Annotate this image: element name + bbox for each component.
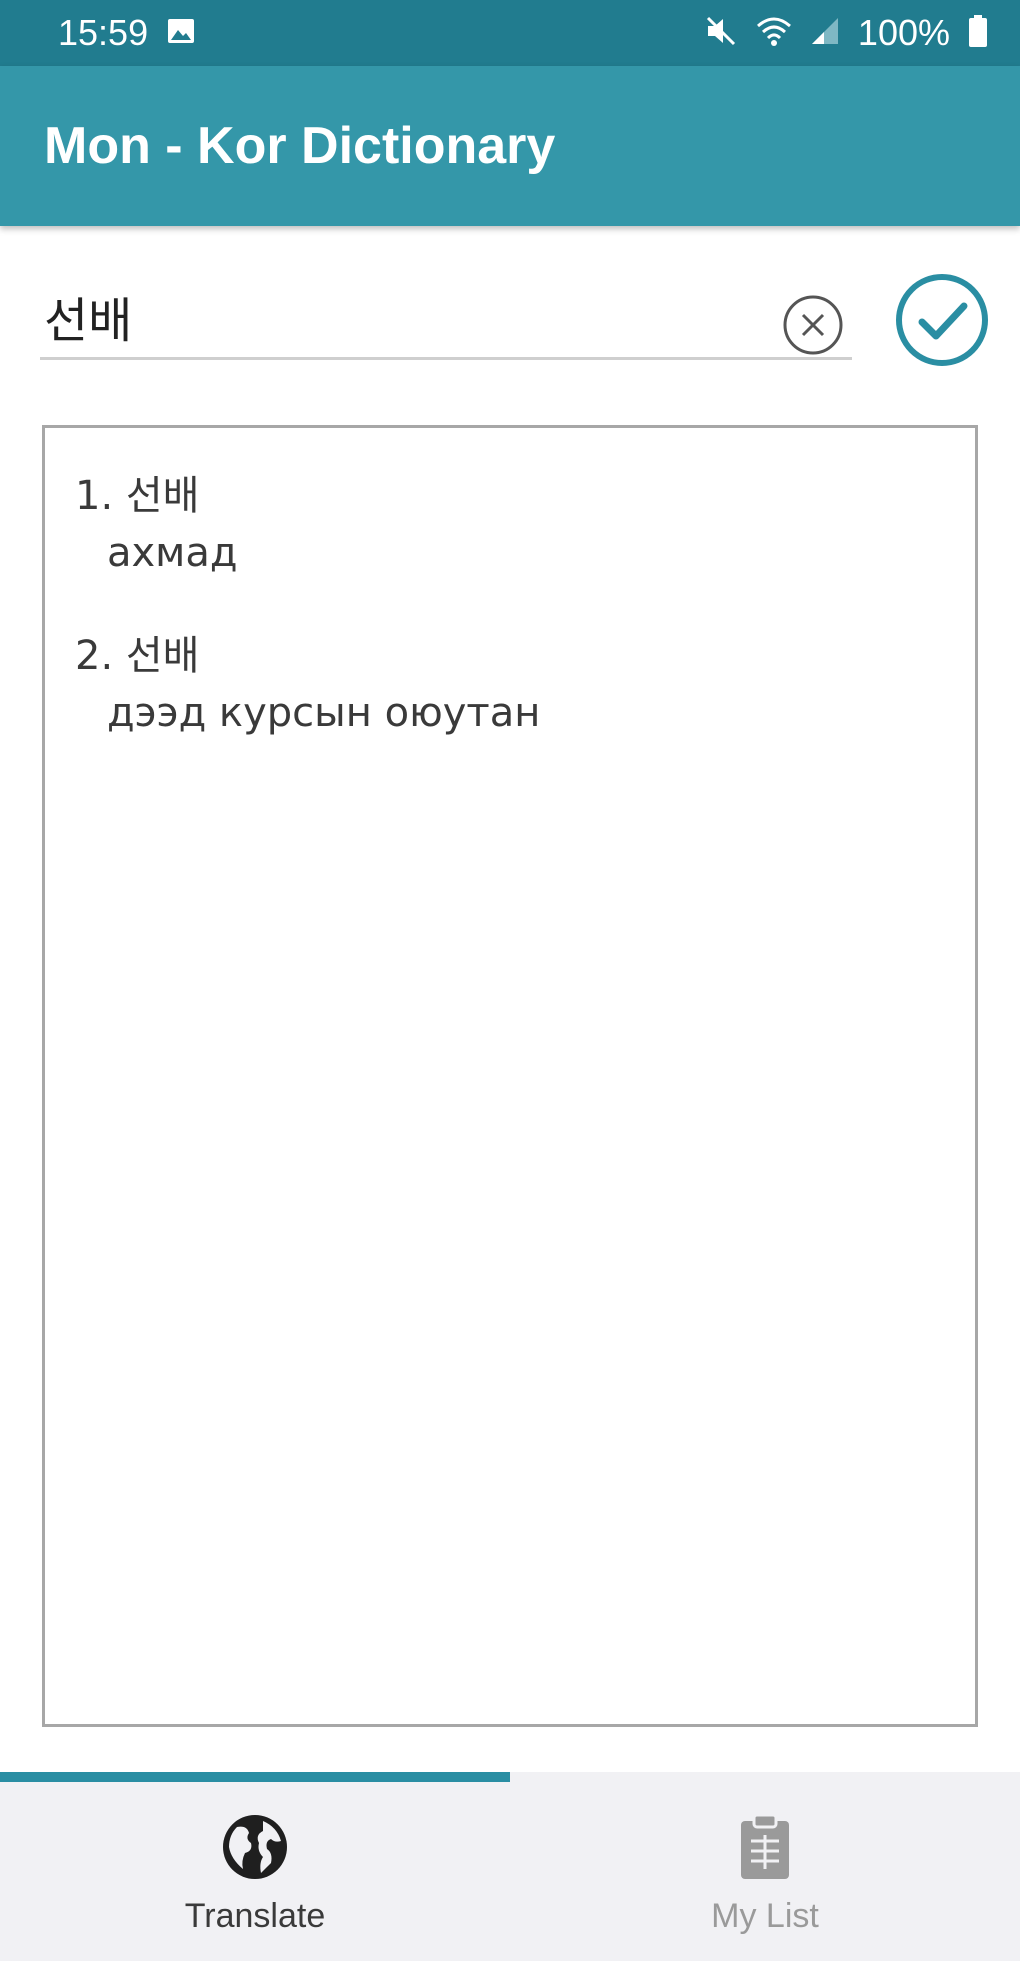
tab-translate[interactable]: Translate [0,1772,510,1961]
clear-circle-icon [783,295,843,355]
result-entry: 2. 선배 дээд курсын оюутан [75,628,945,742]
results-box[interactable]: 1. 선배 ахмад 2. 선배 дээд курсын оюутан [42,425,978,1727]
battery-icon [968,14,988,52]
status-bar: 15:59 100% [0,0,1020,66]
status-right: 100% [704,12,988,54]
clipboard-icon [741,1813,789,1879]
result-entry: 1. 선배 ахмад [75,468,945,582]
battery-percent: 100% [857,12,950,53]
wifi-icon [756,14,792,52]
tab-my-list-label: My List [711,1897,819,1935]
search-row [40,270,1002,380]
result-headword: 2. 선배 [75,633,200,679]
check-circle-icon [896,274,988,366]
confirm-button[interactable] [892,270,992,370]
app-title: Mon - Kor Dictionary [44,117,556,175]
status-left: 15:59 [58,12,196,54]
app-bar: Mon - Kor Dictionary [0,66,1020,226]
result-meaning: ахмад [107,530,238,576]
gallery-icon [166,16,196,50]
clear-button[interactable] [780,292,846,358]
globe-icon [223,1815,287,1879]
tab-translate-label: Translate [184,1897,326,1935]
signal-icon [810,16,840,50]
bottom-nav: Translate My List [0,1772,1020,1961]
result-meaning: дээд курсын оюутан [107,690,541,736]
tab-indicator [0,1772,510,1782]
tab-my-list[interactable]: My List [510,1772,1020,1961]
result-headword: 1. 선배 [75,473,200,519]
mute-icon [704,14,738,52]
search-input[interactable] [40,280,852,360]
status-time: 15:59 [58,12,149,53]
